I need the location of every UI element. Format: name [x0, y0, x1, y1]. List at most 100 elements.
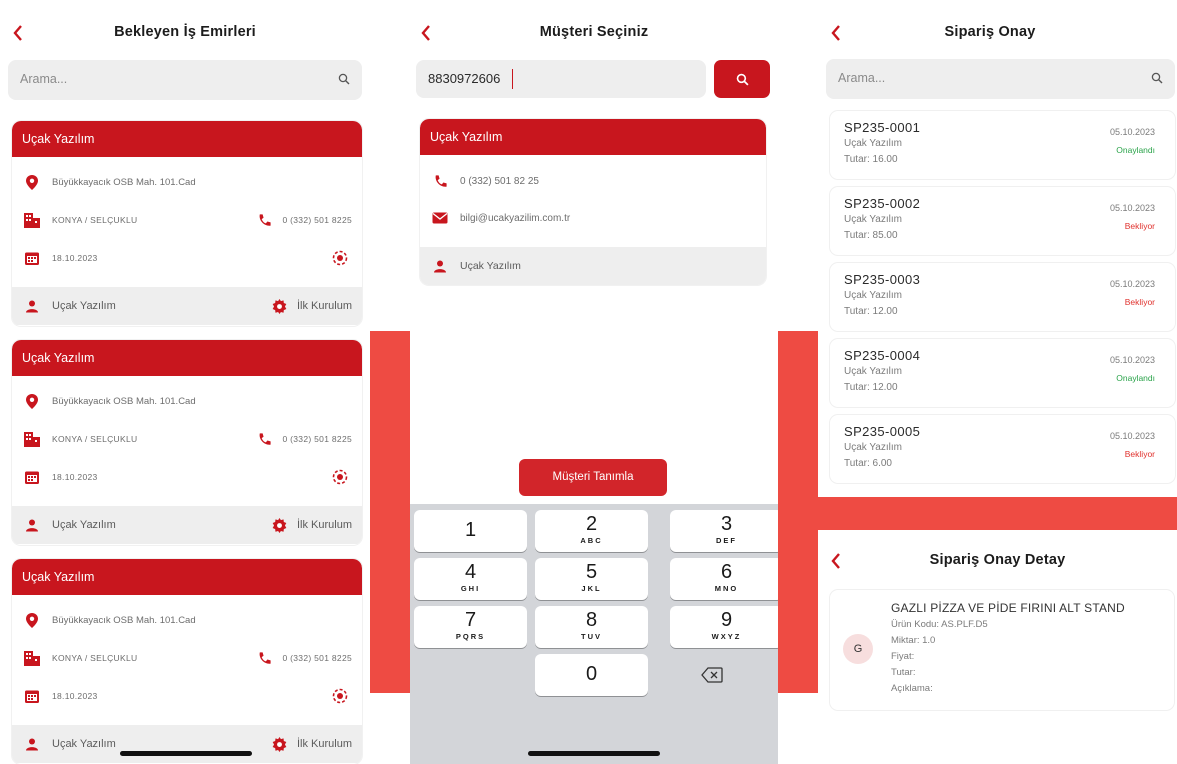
key-9[interactable]: 9 WXYZ	[670, 606, 778, 648]
page-title: Sipariş Onay Detay	[929, 552, 1066, 568]
define-customer-button[interactable]: Müşteri Tanımla	[519, 459, 667, 496]
product-price: Fiyat:	[891, 651, 915, 662]
order-code: SP235-0003	[844, 272, 921, 287]
order-amount: Tutar: 12.00	[844, 382, 898, 393]
order-card[interactable]: SP235-0002 Uçak Yazılım Tutar: 85.00 05.10.…	[830, 187, 1175, 255]
task-type-label: İlk Kurulum	[296, 300, 352, 312]
assigned-person: Uçak Yazılım	[52, 519, 116, 531]
order-code: SP235-0002	[844, 196, 921, 211]
key-8[interactable]: 8 TUV	[535, 606, 648, 648]
key-3[interactable]: 3 DEF	[670, 510, 778, 552]
date-text: 18.10.2023	[52, 691, 98, 701]
building-icon	[24, 212, 40, 228]
header: Sipariş Onay	[818, 18, 1177, 48]
key-letters: TUV	[581, 632, 602, 641]
address-text: Büyükkayacık OSB Mah. 101.Cad	[52, 395, 196, 407]
key-digit: 3	[720, 513, 733, 535]
product-card: G GAZLI PİZZA VE PİDE FIRINI ALT STAND Ü…	[830, 590, 1174, 710]
address-text: Büyükkayacık OSB Mah. 101.Cad	[52, 176, 196, 188]
key-4[interactable]: 4 GHI	[414, 558, 527, 600]
key-digit: 4	[464, 561, 477, 583]
key-digit: 9	[720, 609, 733, 631]
assigned-person: Uçak Yazılım	[52, 300, 116, 312]
order-amount: Tutar: 16.00	[844, 154, 898, 165]
location-target-icon[interactable]	[332, 688, 348, 704]
key-letters: JKL	[581, 584, 602, 593]
key-1[interactable]: 1	[414, 510, 527, 552]
phone-link[interactable]: 0 (332) 501 8225	[256, 650, 352, 666]
task-type: İlk Kurulum	[272, 298, 352, 314]
key-digit: 0	[585, 663, 598, 685]
home-indicator	[120, 751, 252, 756]
page-title: Bekleyen İş Emirleri	[114, 24, 256, 40]
screen-pending-work-orders: Bekleyen İş Emirleri Arama... Uçak Yazıl…	[0, 0, 370, 764]
work-order-card[interactable]: Uçak Yazılım Büyükkayacık OSB Mah. 101.Ca…	[12, 121, 362, 326]
task-type: İlk Kurulum	[272, 517, 352, 533]
key-6[interactable]: 6 MNO	[670, 558, 778, 600]
person-icon	[24, 517, 40, 533]
key-digit: 6	[720, 561, 733, 583]
key-0[interactable]: 0	[535, 654, 648, 696]
customer-person-row: Uçak Yazılım	[420, 247, 766, 285]
phone-link[interactable]: 0 (332) 501 8225	[256, 212, 352, 228]
location-target-icon[interactable]	[332, 469, 348, 485]
card-footer: Uçak Yazılım İlk Kurulum	[12, 506, 362, 544]
header: Bekleyen İş Emirleri	[0, 18, 370, 48]
phone-text: 0 (332) 501 8225	[282, 653, 352, 663]
key-letters: MNO	[714, 584, 739, 593]
product-note: Açıklama:	[891, 683, 933, 694]
city-row: KONYA / SELÇUKLU 0 (332) 501 8225	[24, 650, 352, 666]
status-badge: Bekliyor	[1124, 449, 1155, 459]
search-input[interactable]: Arama...	[826, 59, 1175, 99]
backspace-key[interactable]	[655, 654, 768, 696]
order-amount: Tutar: 6.00	[844, 458, 892, 469]
customer-phone: 0 (332) 501 82 25	[460, 175, 539, 187]
header: Sipariş Onay Detay	[818, 546, 1177, 576]
search-input[interactable]: Arama...	[8, 60, 362, 100]
customer-card[interactable]: Uçak Yazılım 0 (332) 501 82 25 bilgi@uca…	[420, 119, 766, 285]
product-quantity: Miktar: 1.0	[891, 635, 936, 646]
order-date: 05.10.2023	[1109, 127, 1155, 137]
phone-search-field[interactable]: 8830972606	[416, 60, 706, 98]
customer-email: bilgi@ucakyazilim.com.tr	[460, 212, 571, 224]
task-type: İlk Kurulum	[272, 736, 352, 752]
search-placeholder: Arama...	[838, 71, 886, 85]
customer-person: Uçak Yazılım	[460, 260, 521, 272]
gear-icon	[272, 298, 287, 314]
backspace-icon	[700, 667, 723, 683]
key-digit: 7	[464, 609, 477, 631]
person-icon	[24, 736, 40, 752]
order-date: 05.10.2023	[1109, 431, 1155, 441]
key-digit: 1	[464, 519, 477, 541]
status-badge: Onaylandı	[1116, 373, 1155, 383]
work-order-company: Uçak Yazılım	[12, 121, 362, 157]
mail-icon	[432, 210, 448, 226]
phone-link[interactable]: 0 (332) 501 8225	[256, 431, 352, 447]
search-icon[interactable]	[1151, 71, 1163, 89]
work-order-card[interactable]: Uçak Yazılım Büyükkayacık OSB Mah. 101.Ca…	[12, 559, 362, 764]
order-company: Uçak Yazılım	[844, 290, 902, 301]
person-icon	[432, 258, 448, 274]
date-row: 18.10.2023	[24, 250, 352, 266]
location-target-icon[interactable]	[332, 250, 348, 266]
key-letters: ABC	[580, 536, 603, 545]
key-7[interactable]: 7 PQRS	[414, 606, 527, 648]
key-letters: PQRS	[455, 632, 486, 641]
search-button[interactable]	[714, 60, 770, 98]
key-5[interactable]: 5 JKL	[535, 558, 648, 600]
text-cursor	[512, 69, 513, 89]
work-order-card[interactable]: Uçak Yazılım Büyükkayacık OSB Mah. 101.Ca…	[12, 340, 362, 545]
status-badge: Bekliyor	[1124, 297, 1155, 307]
key-2[interactable]: 2 ABC	[535, 510, 648, 552]
define-customer-label: Müşteri Tanımla	[552, 471, 634, 483]
customer-phone-row: 0 (332) 501 82 25	[432, 173, 756, 189]
order-card[interactable]: SP235-0005 Uçak Yazılım Tutar: 6.00 05.10.2…	[830, 415, 1175, 483]
key-digit: 5	[585, 561, 598, 583]
address-text: Büyükkayacık OSB Mah. 101.Cad	[52, 614, 196, 626]
search-icon[interactable]	[338, 72, 350, 90]
order-card[interactable]: SP235-0004 Uçak Yazılım Tutar: 12.00 05.10.…	[830, 339, 1175, 407]
order-card[interactable]: SP235-0003 Uçak Yazılım Tutar: 12.00 05.10.…	[830, 263, 1175, 331]
order-card[interactable]: SP235-0001 Uçak Yazılım Tutar: 16.00 05.10.…	[830, 111, 1175, 179]
screen-order-approval-detail: Sipariş Onay Detay G GAZLI PİZZA VE PİDE…	[818, 530, 1177, 764]
phone-icon	[432, 173, 448, 189]
